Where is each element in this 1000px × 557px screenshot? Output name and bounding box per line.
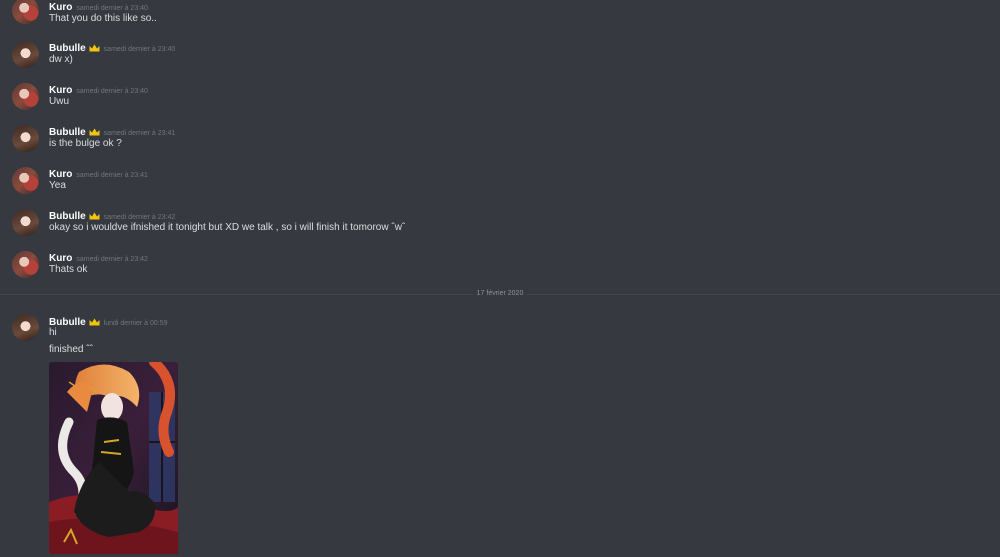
message-header: Bubulle samedi dernier à 23:41 bbox=[49, 123, 176, 138]
message-timestamp: samedi dernier à 23:40 bbox=[76, 88, 148, 95]
message-header: Kuro samedi dernier à 23:41 bbox=[49, 165, 148, 180]
message-text: okay so i wouldve ifnished it tonight bu… bbox=[49, 222, 406, 233]
avatar[interactable] bbox=[12, 314, 39, 341]
artwork-image bbox=[49, 362, 178, 554]
crown-icon bbox=[89, 128, 100, 136]
message-header: Bubulle lundi dernier à 00:59 bbox=[49, 313, 168, 328]
avatar[interactable] bbox=[12, 41, 39, 68]
date-divider-label: 17 février 2020 bbox=[472, 290, 528, 297]
avatar[interactable] bbox=[12, 209, 39, 236]
crown-icon bbox=[89, 212, 100, 220]
message-header: Bubulle samedi dernier à 23:40 bbox=[49, 39, 176, 54]
message-text: finished ˆˆ bbox=[49, 344, 93, 355]
message-text: is the bulge ok ? bbox=[49, 138, 122, 149]
avatar[interactable] bbox=[12, 167, 39, 194]
message-header: Kuro samedi dernier à 23:40 bbox=[49, 0, 148, 13]
chat-messages-panel[interactable]: Kuro samedi dernier à 23:40 That you do t… bbox=[0, 0, 1000, 557]
avatar[interactable] bbox=[12, 0, 39, 24]
message-timestamp: lundi dernier à 00:59 bbox=[103, 320, 168, 327]
message-timestamp: samedi dernier à 23:40 bbox=[103, 46, 176, 53]
message-text: That you do this like so.. bbox=[49, 13, 157, 24]
avatar[interactable] bbox=[12, 251, 39, 278]
message-header: Bubulle samedi dernier à 23:42 bbox=[49, 207, 176, 222]
avatar[interactable] bbox=[12, 125, 39, 152]
message-timestamp: samedi dernier à 23:42 bbox=[76, 256, 148, 263]
crown-icon bbox=[89, 44, 100, 52]
message-header: Kuro samedi dernier à 23:40 bbox=[49, 81, 148, 96]
message-timestamp: samedi dernier à 23:40 bbox=[76, 5, 148, 12]
message-timestamp: samedi dernier à 23:41 bbox=[103, 130, 176, 137]
message-text: Thats ok bbox=[49, 264, 88, 275]
message-text: Yea bbox=[49, 180, 66, 191]
message-text: dw x) bbox=[49, 54, 73, 65]
message-timestamp: samedi dernier à 23:42 bbox=[103, 214, 176, 221]
message-text: hi bbox=[49, 327, 57, 338]
message-header: Kuro samedi dernier à 23:42 bbox=[49, 249, 148, 264]
image-attachment[interactable] bbox=[49, 362, 178, 554]
date-divider: 17 février 2020 bbox=[0, 289, 1000, 299]
message-timestamp: samedi dernier à 23:41 bbox=[76, 172, 148, 179]
crown-icon bbox=[89, 318, 100, 326]
message-text: Uwu bbox=[49, 96, 70, 107]
avatar[interactable] bbox=[12, 83, 39, 110]
